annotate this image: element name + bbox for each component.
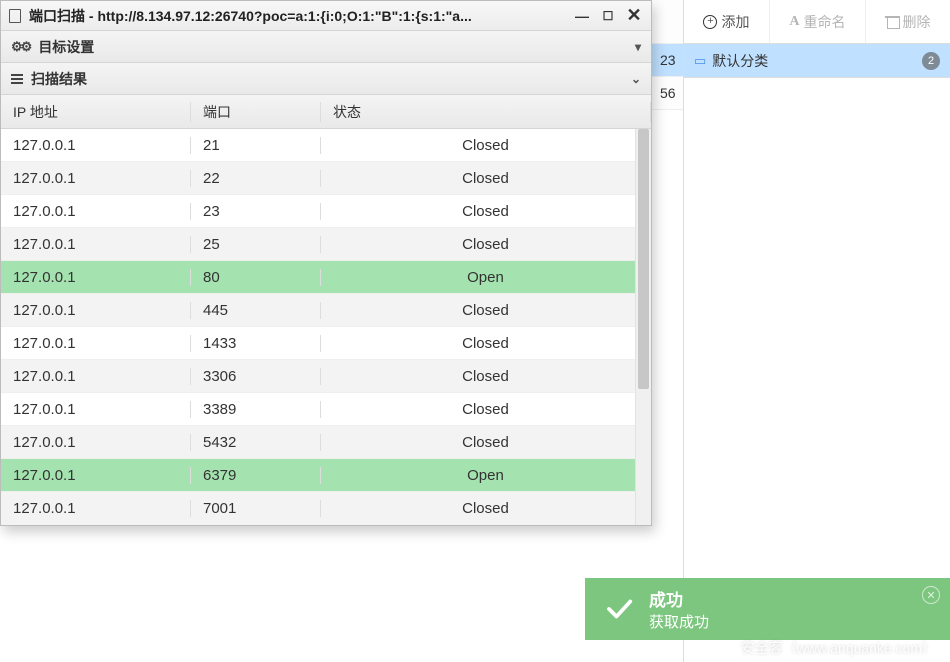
rename-button[interactable]: A 重命名: [770, 0, 866, 43]
cell-status: Closed: [321, 302, 651, 319]
cell-ip: 127.0.0.1: [1, 137, 191, 154]
add-label: 添加: [721, 12, 749, 32]
list-icon: [11, 74, 23, 84]
cell-status: Open: [321, 269, 651, 286]
cell-ip: 127.0.0.1: [1, 236, 191, 253]
table-row[interactable]: 127.0.0.125Closed: [1, 228, 651, 261]
cell-ip: 127.0.0.1: [1, 269, 191, 286]
cell-port: 5432: [191, 434, 321, 451]
cell-ip: 127.0.0.1: [1, 335, 191, 352]
maximize-button[interactable]: ☐: [599, 8, 617, 24]
table-row[interactable]: 127.0.0.122Closed: [1, 162, 651, 195]
cell-port: 7001: [191, 500, 321, 517]
cell-status: Closed: [321, 170, 651, 187]
folder-name: 默认分类: [712, 51, 768, 71]
cell-port: 3306: [191, 368, 321, 385]
trash-icon: [886, 15, 899, 28]
cell-status: Closed: [321, 203, 651, 220]
table-row[interactable]: 127.0.0.16379Open: [1, 459, 651, 492]
gears-icon: ⚙⚙: [11, 39, 30, 55]
delete-label: 删除: [903, 12, 931, 32]
cell-port: 21: [191, 137, 321, 154]
table-row[interactable]: 127.0.0.180Open: [1, 261, 651, 294]
cell-ip: 127.0.0.1: [1, 467, 191, 484]
scrollbar-thumb[interactable]: [638, 129, 649, 389]
cell-port: 445: [191, 302, 321, 319]
toast-body: 获取成功: [649, 611, 709, 632]
port-scan-dialog: 端口扫描 - http://8.134.97.12:26740?poc=a:1:…: [0, 0, 652, 526]
cell-status: Closed: [321, 401, 651, 418]
rename-icon: A: [789, 14, 799, 30]
close-button[interactable]: ✕: [625, 8, 643, 24]
dialog-title-text: 端口扫描 - http://8.134.97.12:26740?poc=a:1:…: [29, 6, 472, 26]
panel-scan-results[interactable]: 扫描结果 ⌄: [1, 63, 651, 95]
table-row[interactable]: 127.0.0.17001Closed: [1, 492, 651, 525]
results-table: IP 地址 端口 状态 127.0.0.121Closed127.0.0.122…: [1, 95, 651, 525]
minimize-button[interactable]: —: [573, 8, 591, 24]
bg-cell: 23: [660, 52, 676, 68]
table-header: IP 地址 端口 状态: [1, 95, 651, 129]
cell-status: Closed: [321, 434, 651, 451]
cell-port: 1433: [191, 335, 321, 352]
add-button[interactable]: + 添加: [684, 0, 770, 43]
rename-label: 重命名: [804, 12, 846, 32]
dialog-titlebar[interactable]: 端口扫描 - http://8.134.97.12:26740?poc=a:1:…: [1, 1, 651, 31]
panel-results-label: 扫描结果: [31, 69, 87, 89]
cell-status: Closed: [321, 368, 651, 385]
panel-target-settings[interactable]: ⚙⚙ 目标设置 ▾: [1, 31, 651, 63]
table-row[interactable]: 127.0.0.11433Closed: [1, 327, 651, 360]
col-header-port[interactable]: 端口: [191, 102, 321, 122]
cell-ip: 127.0.0.1: [1, 203, 191, 220]
cell-ip: 127.0.0.1: [1, 434, 191, 451]
cell-port: 6379: [191, 467, 321, 484]
toast-title: 成功: [649, 586, 709, 611]
table-row[interactable]: 127.0.0.13306Closed: [1, 360, 651, 393]
right-toolbar: + 添加 A 重命名 删除: [684, 0, 950, 44]
cell-ip: 127.0.0.1: [1, 500, 191, 517]
table-row[interactable]: 127.0.0.13389Closed: [1, 393, 651, 426]
vertical-scrollbar[interactable]: [635, 129, 651, 525]
table-row[interactable]: 127.0.0.15432Closed: [1, 426, 651, 459]
document-icon: [9, 9, 21, 23]
cell-status: Closed: [321, 137, 651, 154]
table-row[interactable]: 127.0.0.1445Closed: [1, 294, 651, 327]
cell-status: Open: [321, 467, 651, 484]
delete-button[interactable]: 删除: [866, 0, 950, 43]
cell-ip: 127.0.0.1: [1, 302, 191, 319]
col-header-ip[interactable]: IP 地址: [1, 102, 191, 122]
folder-icon: ▭: [694, 53, 706, 69]
col-header-status[interactable]: 状态: [321, 102, 651, 122]
cell-ip: 127.0.0.1: [1, 368, 191, 385]
cell-ip: 127.0.0.1: [1, 170, 191, 187]
cell-ip: 127.0.0.1: [1, 401, 191, 418]
cell-status: Closed: [321, 335, 651, 352]
plus-circle-icon: +: [703, 15, 717, 29]
cell-port: 22: [191, 170, 321, 187]
table-row[interactable]: 127.0.0.123Closed: [1, 195, 651, 228]
success-toast: 成功 获取成功 ✕: [585, 578, 950, 640]
cell-port: 3389: [191, 401, 321, 418]
cell-status: Closed: [321, 500, 651, 517]
cell-port: 23: [191, 203, 321, 220]
toast-close-button[interactable]: ✕: [922, 586, 940, 604]
cell-status: Closed: [321, 236, 651, 253]
bg-cell: 56: [660, 85, 676, 101]
folder-count-badge: 2: [922, 52, 940, 70]
cell-port: 25: [191, 236, 321, 253]
watermark: 安全客（www.anquanke.com）: [741, 638, 936, 658]
chevron-down-icon: ▾: [635, 40, 641, 54]
folder-row-default[interactable]: ▭ 默认分类 2: [684, 44, 950, 78]
check-icon: [603, 593, 635, 625]
right-panel: + 添加 A 重命名 删除 ▭ 默认分类 2: [683, 0, 950, 662]
cell-port: 80: [191, 269, 321, 286]
table-row[interactable]: 127.0.0.121Closed: [1, 129, 651, 162]
panel-target-label: 目标设置: [38, 37, 94, 57]
chevron-down-icon: ⌄: [631, 72, 641, 86]
